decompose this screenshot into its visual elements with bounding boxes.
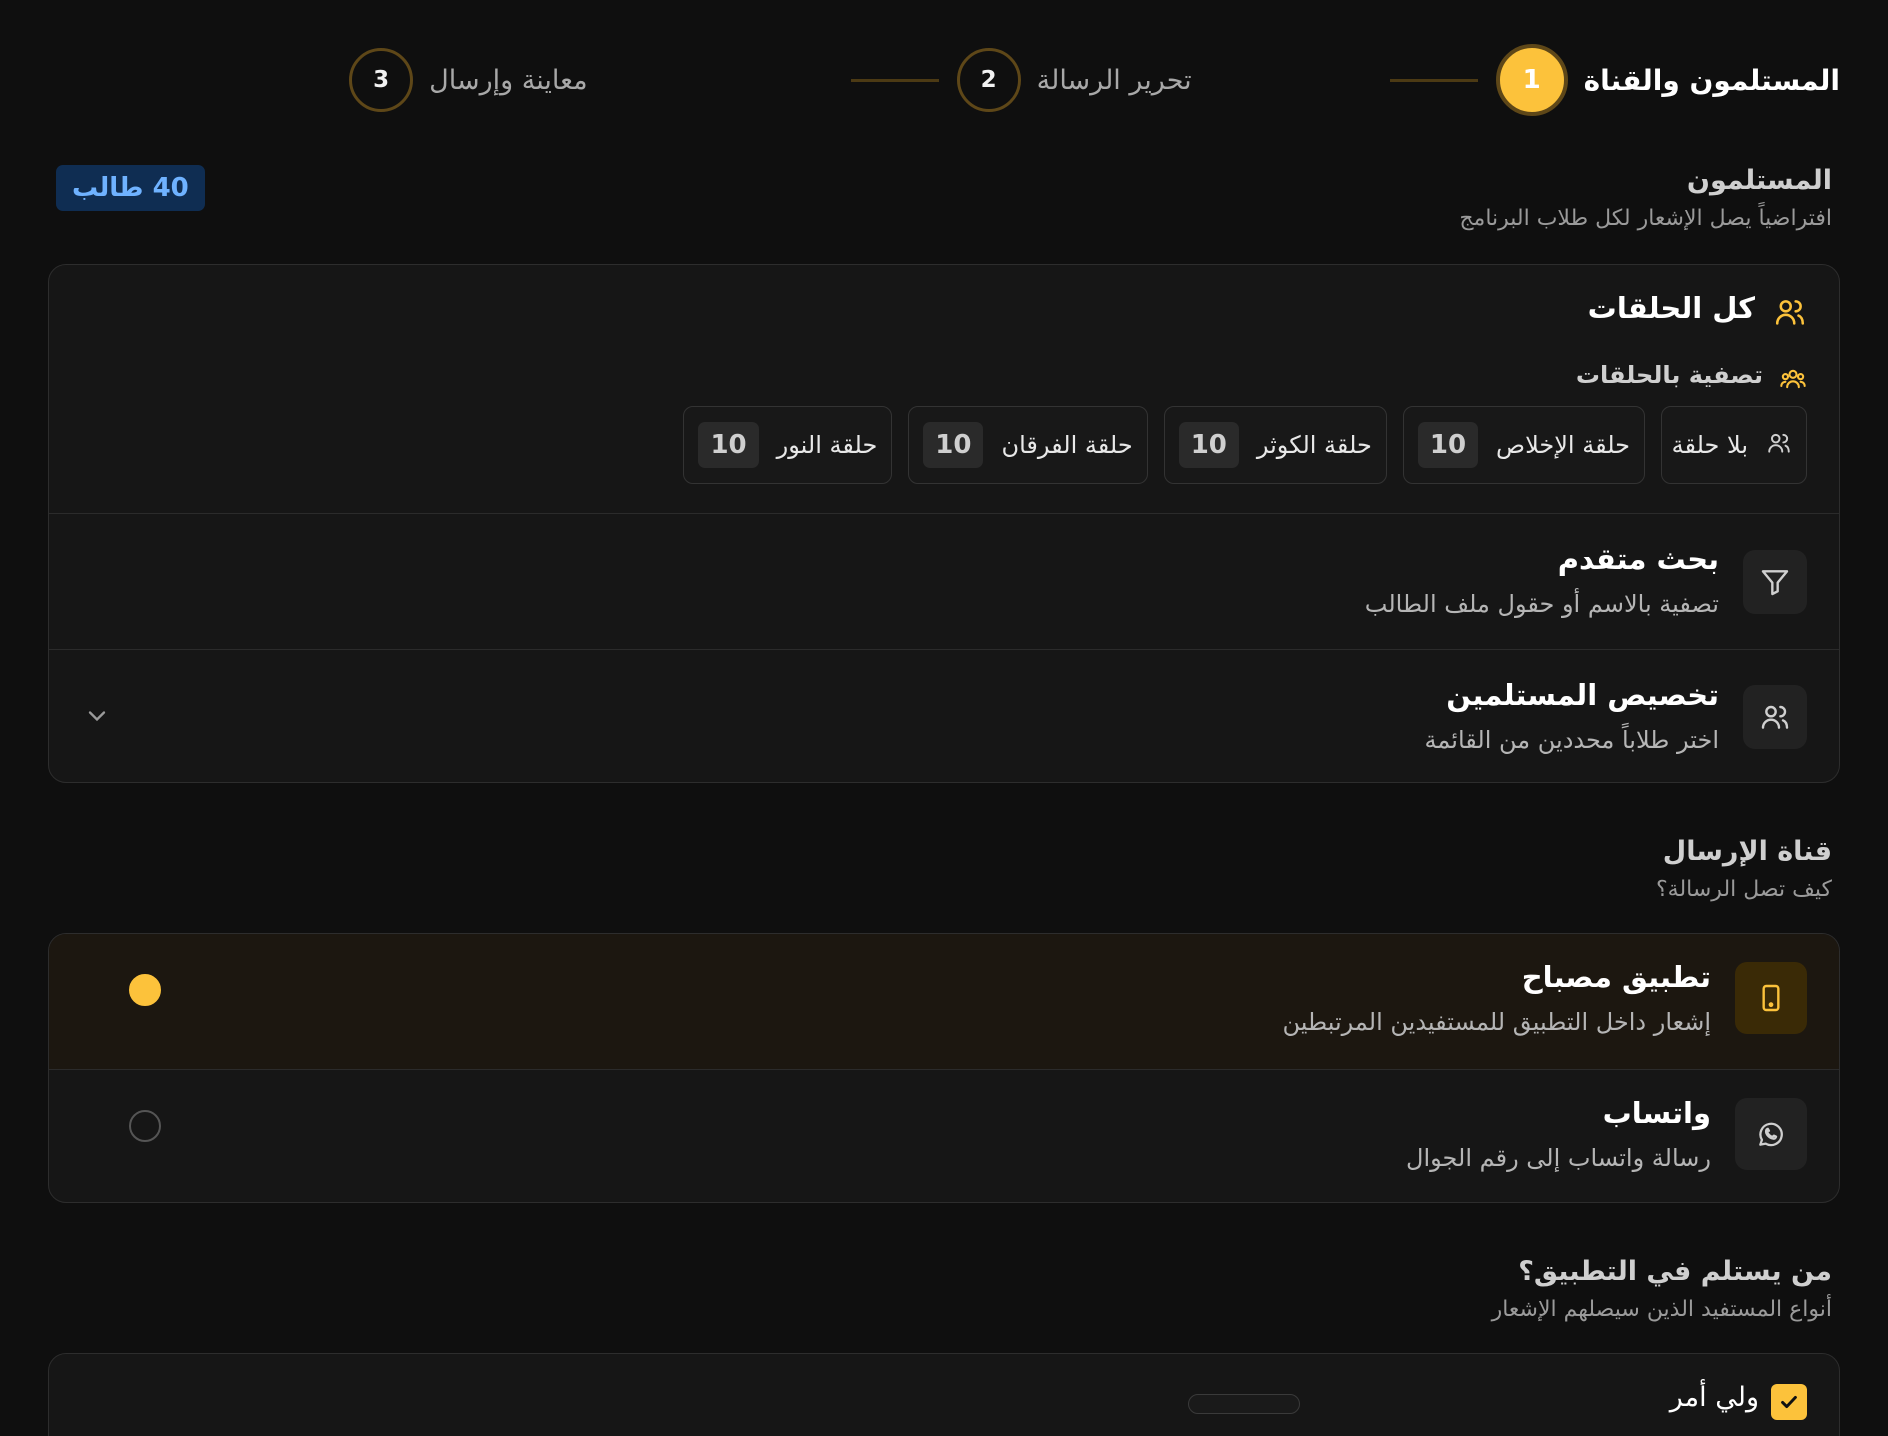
chip-label: حلقة الفرقان [1001, 431, 1133, 459]
channel-whatsapp-subtitle: رسالة واتساب إلى رقم الجوال [1406, 1144, 1711, 1172]
channel-app-title: تطبيق مصباح [1521, 960, 1711, 994]
group-icon [1779, 365, 1807, 397]
channel-option-whatsapp[interactable]: واتساب رسالة واتساب إلى رقم الجوال [49, 1070, 1839, 1202]
step-3-circle: 3 [349, 48, 414, 112]
recipients-title: المستلمون [1686, 165, 1832, 196]
channel-title: قناة الإرسال [1662, 836, 1832, 867]
chip-count: 10 [1417, 422, 1479, 468]
channel-card: تطبيق مصباح إشعار داخل التطبيق للمستفيدي… [48, 933, 1840, 1203]
page: المستلمون والقناة 1 تحرير الرسالة 2 معاي… [0, 0, 1888, 1436]
all-circles-label[interactable]: كل الحلقات [1588, 291, 1755, 325]
customize-recipients-row[interactable]: تخصيص المستلمين اختر طلاباً محددين من ال… [49, 650, 1839, 782]
step-connector [850, 78, 939, 82]
chevron-down-icon[interactable] [83, 702, 111, 734]
advanced-search-row[interactable]: بحث متقدم تصفية بالاسم أو حقول ملف الطال… [49, 514, 1839, 650]
chip-label: بلا حلقة [1671, 431, 1748, 459]
channel-app-subtitle: إشعار داخل التطبيق للمستفيدين المرتبطين [1282, 1008, 1711, 1036]
channel-whatsapp-radio[interactable] [129, 1110, 161, 1142]
chip-count: 10 [923, 422, 984, 468]
advanced-search-title: بحث متقدم [1557, 542, 1719, 576]
users-icon [1773, 295, 1807, 333]
channel-subtitle: كيف تصل الرسالة؟ [1656, 877, 1832, 902]
advanced-search-subtitle: تصفية بالاسم أو حقول ملف الطالب [1364, 590, 1719, 618]
chip-label: حلقة النور [776, 431, 878, 459]
chip-label: حلقة الإخلاص [1496, 431, 1630, 459]
whatsapp-icon [1735, 1098, 1807, 1170]
step-1[interactable]: المستلمون والقناة 1 [1495, 44, 1840, 116]
app-recipients-subtitle: أنواع المستفيد الذين سيصلهم الإشعار [1491, 1297, 1832, 1322]
app-recipients-header: من يستلم في التطبيق؟ أنواع المستفيد الذي… [1492, 1256, 1832, 1322]
app-recipients-title: من يستلم في التطبيق؟ [1518, 1256, 1832, 1287]
step-3-label: معاينة وإرسال [429, 64, 588, 96]
guardian-label: ولي أمر [1669, 1382, 1759, 1413]
filter-by-circles-label: تصفية بالحلقات [1575, 361, 1763, 389]
check-icon [1781, 1395, 1797, 1409]
channel-header: قناة الإرسال كيف تصل الرسالة؟ [1656, 836, 1832, 902]
step-1-label: المستلمون والقناة [1583, 63, 1840, 97]
step-2-circle: 2 [956, 48, 1021, 112]
stepper: المستلمون والقناة 1 تحرير الرسالة 2 معاي… [349, 44, 1840, 116]
chip-count: 10 [698, 422, 759, 468]
recipients-header: المستلمون افتراضياً يصل الإشعار لكل طلاب… [1459, 165, 1832, 231]
customize-recipients-subtitle: اختر طلاباً محددين من القائمة [1424, 726, 1719, 754]
circle-chips: بلا حلقة حلقة الإخلاص 10 حلقة الكوثر 10 … [683, 406, 1807, 484]
recipients-subtitle: افتراضياً يصل الإشعار لكل طلاب البرنامج [1459, 206, 1832, 231]
chip-circle[interactable]: حلقة الإخلاص 10 [1402, 406, 1645, 484]
chip-count: 10 [1178, 422, 1239, 468]
channel-app-radio[interactable] [129, 974, 161, 1006]
channel-option-app[interactable]: تطبيق مصباح إشعار داخل التطبيق للمستفيدي… [49, 934, 1839, 1070]
step-connector [1389, 78, 1478, 82]
chip-circle[interactable]: حلقة النور 10 [683, 406, 893, 484]
phone-icon [1735, 962, 1807, 1034]
customize-recipients-title: تخصيص المستلمين [1446, 678, 1719, 712]
filter-icon [1743, 550, 1807, 614]
users-icon [1743, 685, 1807, 749]
recipient-count-badge: 40 طالب [56, 165, 205, 211]
step-2[interactable]: تحرير الرسالة 2 [956, 48, 1192, 112]
app-recipients-card: ولي أمر [48, 1353, 1840, 1436]
chip-no-circle[interactable]: بلا حلقة [1661, 406, 1807, 484]
chip-circle[interactable]: حلقة الفرقان 10 [908, 406, 1148, 484]
step-1-circle: 1 [1495, 44, 1568, 116]
step-3[interactable]: معاينة وإرسال 3 [349, 48, 588, 112]
recipients-card: كل الحلقات تصفية بالحلقات بحث متقدم تصفي… [48, 264, 1840, 783]
step-2-label: تحرير الرسالة [1036, 64, 1192, 96]
chip-label: حلقة الكوثر [1256, 431, 1372, 459]
channel-whatsapp-title: واتساب [1602, 1096, 1711, 1130]
guardian-checkbox[interactable] [1771, 1384, 1807, 1420]
person-icon [1766, 430, 1792, 460]
chip-circle[interactable]: حلقة الكوثر 10 [1163, 406, 1387, 484]
guardian-toggle-track[interactable] [1188, 1394, 1300, 1414]
